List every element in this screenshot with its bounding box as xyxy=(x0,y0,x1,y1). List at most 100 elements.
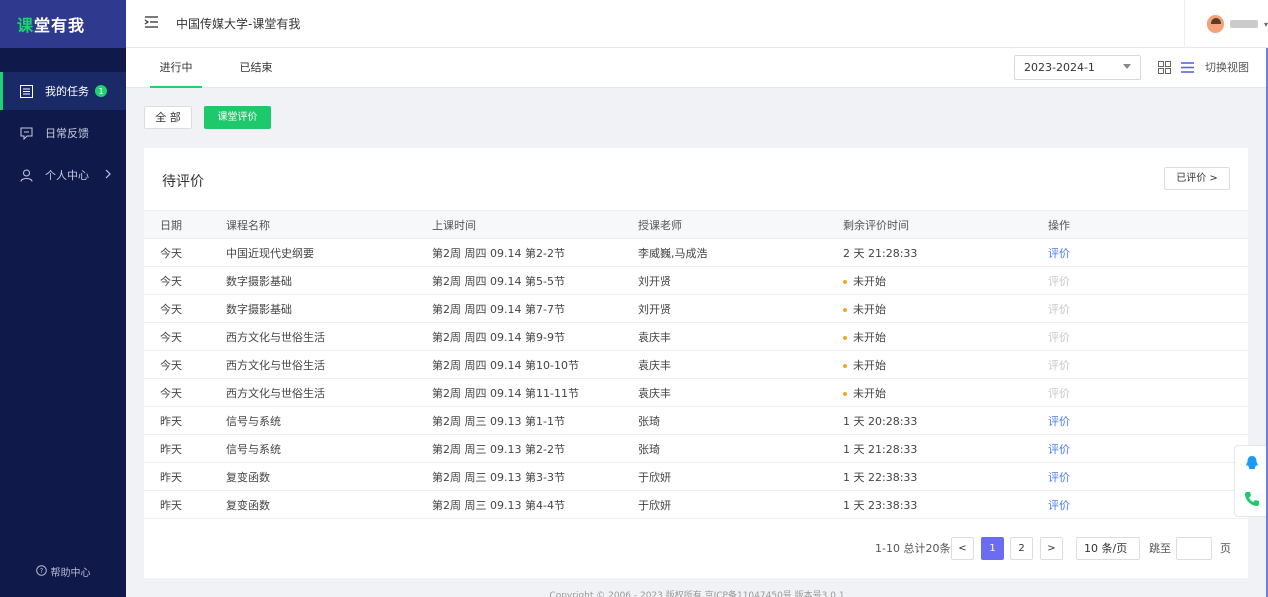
page-size-select[interactable]: 10 条/页 xyxy=(1076,537,1140,560)
evaluate-button[interactable]: 评价 xyxy=(1048,499,1070,512)
cell-course-text: 数字摄影基础 xyxy=(226,302,292,316)
cell-action: 评价 xyxy=(1048,434,1248,463)
cell-teacher-text: 刘开贤 xyxy=(638,274,671,288)
cell-time: 第2周 周三 09.13 第1-1节 xyxy=(432,406,638,435)
cell-remaining-text: 未开始 xyxy=(853,302,886,316)
cell-teacher-text: 李威巍,马成浩 xyxy=(638,246,708,260)
cell-date-text: 昨天 xyxy=(160,470,182,484)
cell-remaining: 1 天 21:28:33 xyxy=(843,434,1048,463)
column-header-time: 上课时间 xyxy=(432,210,638,239)
sidebar-item-label: 个人中心 xyxy=(45,169,89,182)
cell-time-text: 第2周 周四 09.14 第2-2节 xyxy=(432,246,565,260)
page-title: 中国传媒大学-课堂有我 xyxy=(176,17,301,31)
cell-teacher-text: 张琦 xyxy=(638,442,660,456)
semester-select[interactable]: 2023-2024-1 xyxy=(1014,55,1141,80)
evaluate-button: 评价 xyxy=(1048,274,1070,288)
evaluated-button[interactable]: 已评价 > xyxy=(1164,167,1230,190)
cell-teacher: 于欣妍 xyxy=(638,490,843,519)
cell-time: 第2周 周四 09.14 第7-7节 xyxy=(432,294,638,323)
cell-action: 评价 xyxy=(1048,238,1248,267)
cell-remaining-text: 未开始 xyxy=(853,358,886,372)
cell-teacher-text: 袁庆丰 xyxy=(638,386,671,400)
caret-down-icon xyxy=(1123,64,1131,69)
cell-teacher: 李威巍,马成浩 xyxy=(638,238,843,267)
cell-course-text: 西方文化与世俗生活 xyxy=(226,358,325,372)
cell-action: 评价 xyxy=(1048,378,1248,407)
cell-date: 今天 xyxy=(144,350,226,379)
cell-teacher-text: 于欣妍 xyxy=(638,470,671,484)
user-icon xyxy=(19,168,33,182)
sidebar-item-label: 日常反馈 xyxy=(45,127,89,140)
brand-logo[interactable]: 课堂有我 xyxy=(0,0,126,48)
cell-remaining: 2 天 21:28:33 xyxy=(843,238,1048,267)
cell-time: 第2周 周四 09.14 第10-10节 xyxy=(432,350,638,379)
cell-teacher-text: 张琦 xyxy=(638,414,660,428)
filter-all-button[interactable]: 全 部 xyxy=(144,106,192,129)
semester-select-value: 2023-2024-1 xyxy=(1024,61,1095,74)
table-row: 昨天 复变函数 第2周 周三 09.13 第4-4节 于欣妍 1 天 23:38:33 评… xyxy=(144,490,1248,519)
evaluation-table: 日期 课程名称 上课时间 授课老师 剩余评价时间 操作 今天 中国近现代史纲要 第2… xyxy=(144,210,1248,519)
cell-date-text: 昨天 xyxy=(160,498,182,512)
switch-view-label[interactable]: 切换视图 xyxy=(1205,48,1249,88)
page-1-button[interactable]: 1 xyxy=(981,537,1004,560)
phone-service-icon[interactable] xyxy=(1243,490,1261,508)
jump-page-input[interactable] xyxy=(1176,537,1212,560)
cell-remaining: 未开始 xyxy=(843,378,1048,407)
cell-teacher-text: 袁庆丰 xyxy=(638,358,671,372)
cell-teacher: 袁庆丰 xyxy=(638,322,843,351)
list-view-icon[interactable] xyxy=(1181,61,1195,75)
cell-course-text: 西方文化与世俗生活 xyxy=(226,330,325,344)
tab-ended[interactable]: 已结束 xyxy=(230,48,282,88)
cell-date-text: 今天 xyxy=(160,302,182,316)
evaluate-button[interactable]: 评价 xyxy=(1048,471,1070,484)
cell-course-text: 西方文化与世俗生活 xyxy=(226,386,325,400)
pagination-total: 1-10 总计20条 xyxy=(875,542,951,555)
evaluate-button[interactable]: 评价 xyxy=(1048,247,1070,260)
cell-course: 信号与系统 xyxy=(226,434,432,463)
cell-remaining-text: 2 天 21:28:33 xyxy=(843,246,918,260)
jump-label: 跳至 xyxy=(1149,542,1171,555)
cell-course: 信号与系统 xyxy=(226,406,432,435)
table-row: 今天 中国近现代史纲要 第2周 周四 09.14 第2-2节 李威巍,马成浩 2 天 2… xyxy=(144,238,1248,267)
table-row: 昨天 信号与系统 第2周 周三 09.13 第2-2节 张琦 1 天 21:28:33 评… xyxy=(144,434,1248,463)
status-dot xyxy=(843,363,847,368)
prev-page-button[interactable]: < xyxy=(951,537,974,560)
sidebar-item-personal-center[interactable]: 个人中心 xyxy=(0,156,126,194)
cell-remaining-text: 1 天 21:28:33 xyxy=(843,442,918,456)
page-unit-label: 页 xyxy=(1220,542,1231,555)
table-row: 今天 西方文化与世俗生活 第2周 周四 09.14 第9-9节 袁庆丰 未开始 评价 xyxy=(144,322,1248,351)
grid-view-icon[interactable] xyxy=(1158,61,1172,75)
cell-course: 西方文化与世俗生活 xyxy=(226,378,432,407)
next-page-button[interactable]: > xyxy=(1040,537,1063,560)
evaluate-button[interactable]: 评价 xyxy=(1048,415,1070,428)
sidebar-item-label: 我的任务 xyxy=(45,85,89,98)
cell-date: 今天 xyxy=(144,378,226,407)
cell-course-text: 复变函数 xyxy=(226,498,270,512)
status-dot xyxy=(843,307,847,312)
cell-time-text: 第2周 周四 09.14 第10-10节 xyxy=(432,358,579,372)
floating-service-bar xyxy=(1234,445,1268,517)
task-list-icon xyxy=(19,84,33,98)
cell-time: 第2周 周三 09.13 第3-3节 xyxy=(432,462,638,491)
column-header-date: 日期 xyxy=(144,210,226,239)
qq-service-icon[interactable] xyxy=(1243,454,1261,472)
table-header-row: 日期 课程名称 上课时间 授课老师 剩余评价时间 操作 xyxy=(144,210,1248,239)
cell-date-text: 今天 xyxy=(160,386,182,400)
help-center-link[interactable]: ? 帮助中心 xyxy=(0,564,126,579)
table-row: 今天 数字摄影基础 第2周 周四 09.14 第5-5节 刘开贤 未开始 评价 xyxy=(144,266,1248,295)
user-menu[interactable]: ▾ xyxy=(1184,0,1268,48)
tab-ongoing[interactable]: 进行中 xyxy=(150,48,202,88)
help-center-label: 帮助中心 xyxy=(50,568,91,579)
menu-fold-icon[interactable] xyxy=(144,15,162,33)
cell-date: 昨天 xyxy=(144,490,226,519)
filter-course-eval-button[interactable]: 课堂评价 xyxy=(204,106,271,129)
evaluate-button[interactable]: 评价 xyxy=(1048,443,1070,456)
page-2-button[interactable]: 2 xyxy=(1010,537,1033,560)
cell-course: 数字摄影基础 xyxy=(226,266,432,295)
sidebar-item-my-tasks[interactable]: 我的任务 1 xyxy=(0,72,126,110)
sidebar-item-daily-feedback[interactable]: 日常反馈 xyxy=(0,114,126,152)
cell-remaining: 未开始 xyxy=(843,322,1048,351)
table-row: 今天 数字摄影基础 第2周 周四 09.14 第7-7节 刘开贤 未开始 评价 xyxy=(144,294,1248,323)
cell-date-text: 今天 xyxy=(160,330,182,344)
cell-remaining-text: 1 天 22:38:33 xyxy=(843,470,918,484)
